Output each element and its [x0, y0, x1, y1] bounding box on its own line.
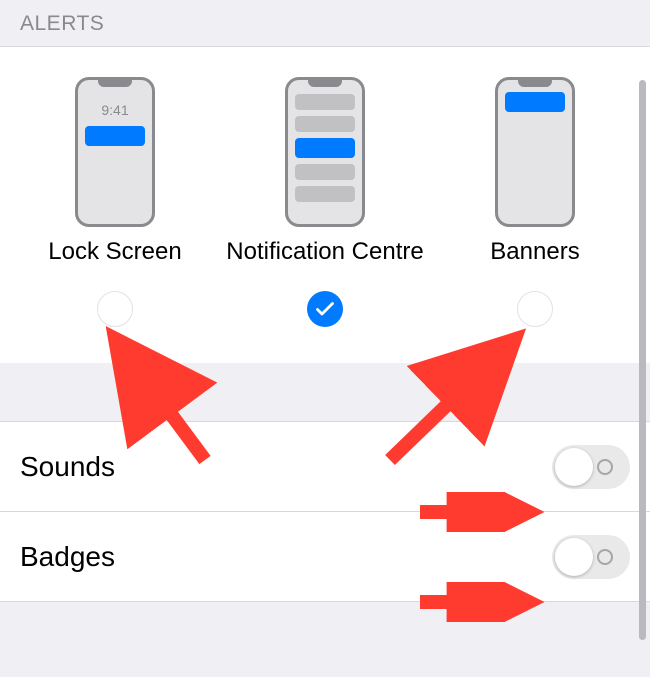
- alert-label-lock-screen: Lock Screen: [48, 237, 181, 267]
- footer-spacer: [0, 601, 650, 621]
- toggle-sounds[interactable]: [552, 445, 630, 489]
- label-badges: Badges: [20, 541, 115, 573]
- alert-label-banners: Banners: [490, 237, 579, 267]
- checkmark-icon: [316, 302, 334, 316]
- alerts-panel: 9:41 Lock Screen Notification Centre Ban…: [0, 47, 650, 363]
- notification-centre-preview-icon: [285, 77, 365, 227]
- alert-option-lock-screen[interactable]: 9:41 Lock Screen: [15, 77, 215, 327]
- alert-label-notification-centre: Notification Centre: [226, 237, 423, 267]
- toggle-badges[interactable]: [552, 535, 630, 579]
- alert-check-banners[interactable]: [517, 291, 553, 327]
- spacer: [0, 363, 650, 421]
- alert-check-notification-centre[interactable]: [307, 291, 343, 327]
- alert-check-lock-screen[interactable]: [97, 291, 133, 327]
- lock-screen-time: 9:41: [78, 102, 152, 118]
- section-header-alerts: ALERTS: [0, 0, 650, 47]
- lock-screen-preview-icon: 9:41: [75, 77, 155, 227]
- scrollbar[interactable]: [639, 80, 646, 640]
- banners-preview-icon: [495, 77, 575, 227]
- alert-option-notification-centre[interactable]: Notification Centre: [225, 77, 425, 327]
- row-sounds: Sounds: [0, 421, 650, 511]
- row-badges: Badges: [0, 511, 650, 601]
- label-sounds: Sounds: [20, 451, 115, 483]
- alert-option-banners[interactable]: Banners: [435, 77, 635, 327]
